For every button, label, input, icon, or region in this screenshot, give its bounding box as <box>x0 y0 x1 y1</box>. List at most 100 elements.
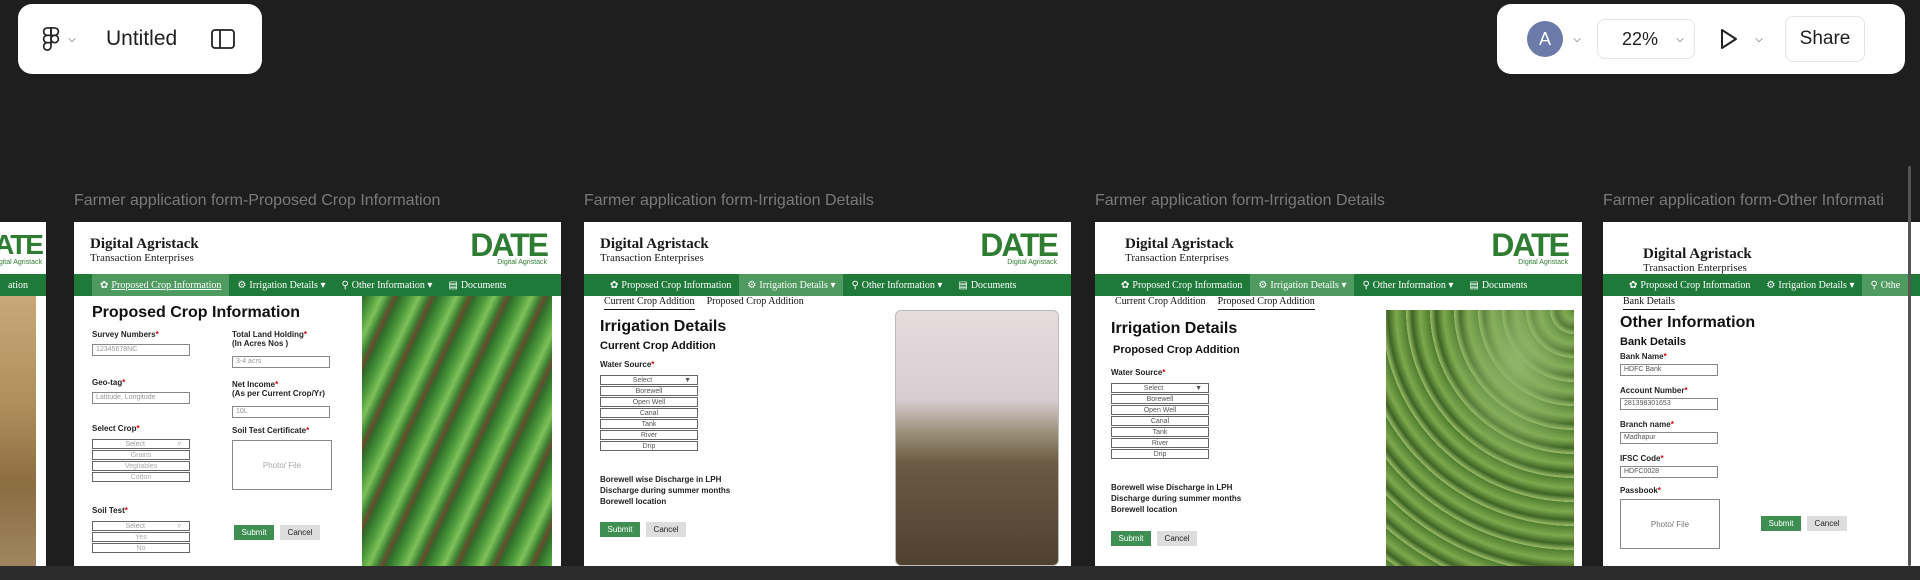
logo-subtext: Digital Agristack <box>0 259 42 266</box>
nav-documents[interactable]: ▤ Documents <box>440 274 514 296</box>
option-canal[interactable]: Canal <box>600 408 698 418</box>
soil-test-dropdown[interactable]: Select ▿ Yes No <box>92 520 190 553</box>
avatar[interactable]: A <box>1527 21 1563 57</box>
field-label: Total Land Holding* (In Acres Nos ) <box>232 330 307 348</box>
land-holding-input[interactable]: 3-4 acrs <box>232 356 330 368</box>
borewell-info: Borewell wise Discharge in LPH Discharge… <box>1111 482 1241 515</box>
geo-tag-input[interactable]: Latitude, Longitude <box>92 392 190 404</box>
option-vegitables[interactable]: Vegitables <box>92 461 190 471</box>
nav-irrigation[interactable]: ⚙ Irrigation Details ▾ <box>1758 274 1862 296</box>
nav-proposed-crop[interactable]: ✿ Proposed Crop Information <box>1113 274 1250 296</box>
nav-bar: ✿ Proposed Crop Information ⚙ Irrigation D… <box>1603 274 1920 296</box>
left-toolbar: ⌵ Untitled <box>18 4 262 74</box>
option-no[interactable]: No <box>92 543 190 553</box>
frame-irrigation-proposed[interactable]: Digital Agristack Transaction Enterprises… <box>1095 222 1582 566</box>
brand-name: Digital Agristack <box>1643 246 1752 262</box>
present-play-icon[interactable] <box>1715 26 1741 52</box>
water-source-dropdown[interactable]: Select ▼ Borewell Open Well Canal Tank R… <box>600 374 698 451</box>
option-open-well[interactable]: Open Well <box>1111 405 1209 415</box>
option-borewell[interactable]: Borewell <box>600 386 698 396</box>
bank-name-input[interactable]: HDFC Bank <box>1620 364 1718 376</box>
submit-button[interactable]: Submit <box>1761 516 1801 531</box>
cancel-button[interactable]: Cancel <box>280 525 320 540</box>
select-crop-dropdown[interactable]: Select ▿ Grains Vegitables Cotton <box>92 438 190 482</box>
option-open-well[interactable]: Open Well <box>600 397 698 407</box>
option-river[interactable]: River <box>1111 438 1209 448</box>
option-borewell[interactable]: Borewell <box>1111 394 1209 404</box>
submit-button[interactable]: Submit <box>600 522 640 537</box>
option-yes[interactable]: Yes <box>92 532 190 542</box>
option-tank[interactable]: Tank <box>1111 427 1209 437</box>
option-drip[interactable]: Drip <box>1111 449 1209 459</box>
nav-proposed-crop[interactable]: ✿ Proposed Crop Information <box>1621 274 1758 296</box>
nav-documents[interactable]: ▤ Documents <box>1461 274 1535 296</box>
search-icon: ⚲ <box>1870 279 1878 291</box>
branch-name-input[interactable]: Madhapur <box>1620 432 1718 444</box>
cancel-button[interactable]: Cancel <box>646 522 686 537</box>
chevron-down-icon[interactable]: ⌵ <box>1753 34 1765 45</box>
select-box: Select ▿ <box>92 521 190 531</box>
tab-bank-details[interactable]: Bank Details <box>1623 296 1675 310</box>
tab-current-crop[interactable]: Current Crop Addition <box>1115 296 1206 310</box>
nav-other-info[interactable]: ⚲ Other Information ▾ <box>843 274 950 296</box>
option-river[interactable]: River <box>600 430 698 440</box>
soil-cert-upload[interactable]: Photo/ File <box>232 440 332 490</box>
label-text: Water Source <box>1111 368 1163 377</box>
cancel-button[interactable]: Cancel <box>1157 531 1197 546</box>
zoom-level: 22% <box>1622 28 1659 49</box>
label-text: (As per Current Crop/Yr) <box>232 389 325 398</box>
select-value: Select <box>1143 385 1164 392</box>
account-number-input[interactable]: 281398301653 <box>1620 398 1718 410</box>
chevron-down-icon: ⌵ <box>68 33 76 45</box>
tab-proposed-crop[interactable]: Proposed Crop Addition <box>707 296 804 310</box>
sub-tabs: Bank Details <box>1603 296 1920 310</box>
nav-proposed-crop[interactable]: ✿ Proposed Crop Information <box>92 274 230 296</box>
option-cotton[interactable]: Cotton <box>92 472 190 482</box>
submit-button[interactable]: Submit <box>234 525 274 540</box>
submit-button[interactable]: Submit <box>1111 531 1151 546</box>
frame-irrigation-current[interactable]: Digital Agristack Transaction Enterprises… <box>584 222 1071 566</box>
nav-proposed-crop[interactable]: ✿ Proposed Crop Information <box>602 274 739 296</box>
nav-irrigation[interactable]: ⚙ Irrigation Details ▾ <box>739 274 844 296</box>
share-button[interactable]: Share <box>1785 16 1865 62</box>
partial-frame-left[interactable]: DATEDigital Agristack ation <box>0 222 46 566</box>
field-label: Passbook* <box>1620 486 1661 495</box>
nav-other-info[interactable]: ⚲ Other Information ▾ <box>1354 274 1461 296</box>
passbook-upload[interactable]: Photo/ File <box>1620 499 1720 549</box>
nav-other-info[interactable]: ⚲ Other Information ▾ <box>333 274 440 296</box>
select-box: Select ▼ <box>1111 383 1209 393</box>
chevron-down-icon[interactable]: ⌵ <box>1571 34 1583 45</box>
option-drip[interactable]: Drip <box>600 441 698 451</box>
frame-label-1: Farmer application form-Proposed Crop In… <box>74 192 441 209</box>
survey-number-input[interactable]: 12345678NC <box>92 344 190 356</box>
document-title[interactable]: Untitled <box>106 27 177 51</box>
date-logo: DATE <box>470 227 549 263</box>
option-tank[interactable]: Tank <box>600 419 698 429</box>
frame-proposed-crop[interactable]: Digital Agristack Transaction Enterprises… <box>74 222 561 566</box>
nav-label: Other Information ▾ <box>351 279 433 291</box>
nav-irrigation[interactable]: ⚙ Irrigation Details ▾ <box>1250 274 1355 296</box>
nav-documents[interactable]: ▤ Documents <box>950 274 1024 296</box>
nav-irrigation[interactable]: ⚙ Irrigation Details ▾ <box>229 274 333 296</box>
cancel-button[interactable]: Cancel <box>1807 516 1847 531</box>
water-source-dropdown[interactable]: Select ▼ Borewell Open Well Canal Tank R… <box>1111 382 1209 459</box>
figma-menu-button[interactable]: ⌵ <box>42 27 78 51</box>
tab-proposed-crop[interactable]: Proposed Crop Addition <box>1217 296 1315 310</box>
sidebar-toggle-icon[interactable] <box>211 29 236 49</box>
tractor-icon: ⚙ <box>1258 279 1268 291</box>
caret-down-icon: ▿ <box>177 441 181 448</box>
brand-subtitle: Transaction Enterprises <box>600 252 704 264</box>
option-grains[interactable]: Grains <box>92 450 190 460</box>
vertical-scrollbar[interactable] <box>1908 166 1911 566</box>
net-income-input[interactable]: 10L <box>232 406 330 418</box>
frame-other-info[interactable]: Digital Agristack Transaction Enterprises… <box>1603 222 1920 566</box>
field-label: Net Income* (As per Current Crop/Yr) <box>232 380 325 398</box>
sprout-icon: ✿ <box>1629 279 1638 291</box>
tab-current-crop[interactable]: Current Crop Addition <box>604 296 695 310</box>
zoom-dropdown[interactable]: 22% ⌵ <box>1597 19 1695 59</box>
nav-item-partial[interactable]: ation <box>0 274 36 296</box>
label-text: Bank Name <box>1620 352 1664 361</box>
option-canal[interactable]: Canal <box>1111 416 1209 426</box>
ifsc-code-input[interactable]: HDFC0028 <box>1620 466 1718 478</box>
nav-other-info[interactable]: ⚲ Othe <box>1862 274 1909 296</box>
